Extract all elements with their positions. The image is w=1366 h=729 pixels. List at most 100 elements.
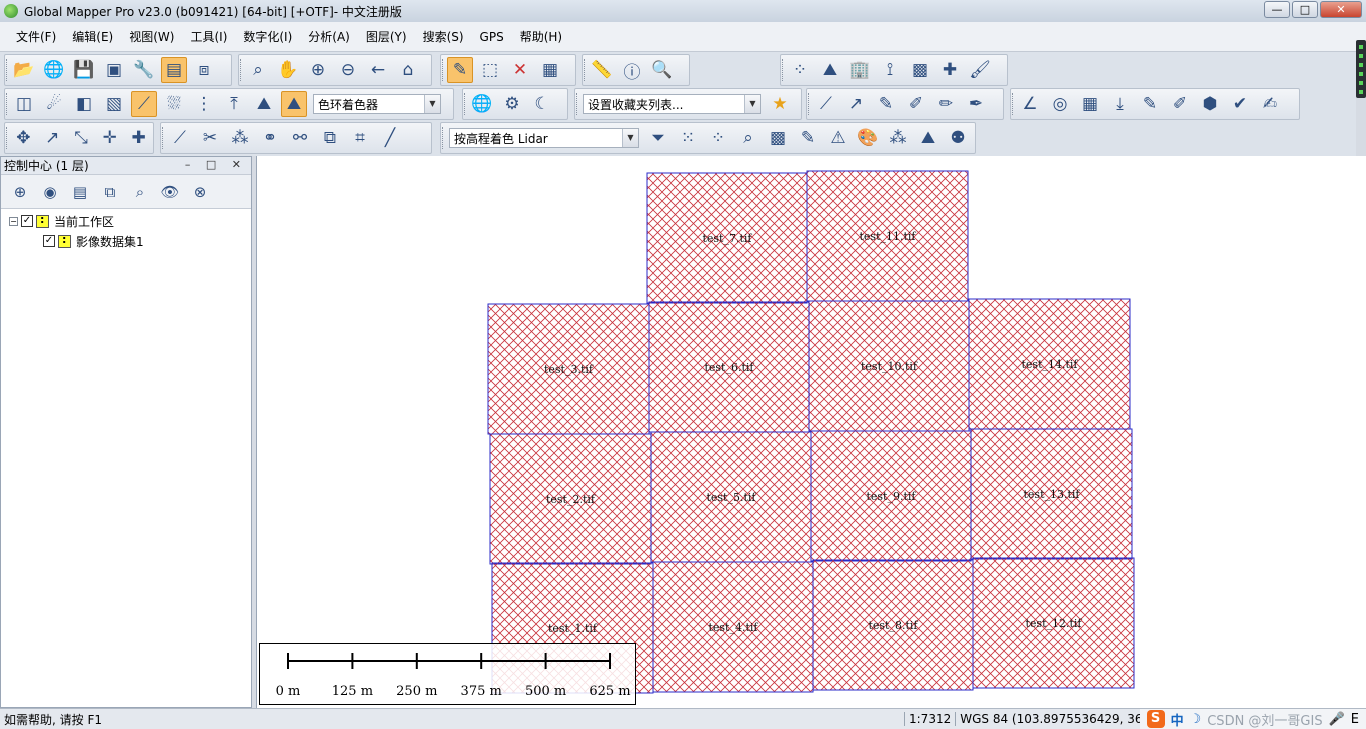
edit-attribute-icon[interactable]: ✍ (1257, 91, 1283, 117)
map-view[interactable]: test_7.tif test_11.tif test_3.tif test_6.ti… (256, 156, 1366, 708)
shaded-mountain-icon[interactable]: ⛰ (251, 91, 277, 117)
star-icon[interactable]: ★ (767, 91, 793, 117)
move-vertex-icon[interactable]: ✛ (97, 125, 122, 151)
path-profile-icon[interactable]: ⟋ (131, 91, 157, 117)
menu-file[interactable]: 文件(F) (8, 22, 64, 52)
mountain-icon[interactable]: ⛰ (817, 57, 843, 83)
disconnect-icon[interactable]: ⚯ (287, 125, 313, 151)
layer-options-icon[interactable]: ⧉ (97, 179, 123, 205)
shader-select[interactable]: 色环着色器 ▼ (313, 94, 441, 114)
crop-icon[interactable]: ⌗ (347, 125, 373, 151)
settings-gear-icon[interactable]: ⚙ (499, 91, 525, 117)
move-icon[interactable]: ✥ (11, 125, 36, 151)
delete-x-icon[interactable]: ✕ (507, 57, 533, 83)
collapse-icon[interactable]: − (9, 216, 18, 226)
pencil-icon[interactable]: ✎ (447, 57, 473, 83)
join-icon[interactable]: ⁂ (227, 125, 253, 151)
split-line-icon[interactable]: ⤓ (1107, 91, 1133, 117)
select-rect-icon[interactable]: ▦ (537, 57, 563, 83)
panel-controls[interactable]: – □ ✕ (185, 158, 247, 171)
draw-polygon-icon[interactable]: ✏ (933, 91, 959, 117)
maximize-button[interactable]: □ (1292, 1, 1318, 18)
globe-icon[interactable]: 🌐 (41, 57, 67, 83)
save-icon[interactable]: 💾 (71, 57, 97, 83)
zoom-layer-icon[interactable]: ⌕ (127, 179, 153, 205)
water-drop-icon[interactable]: ⛆ (161, 91, 187, 117)
draw-area-icon[interactable]: ✐ (903, 91, 929, 117)
menu-tools[interactable]: 工具(I) (182, 22, 235, 52)
side-grip[interactable] (1356, 40, 1366, 98)
ruler-icon[interactable]: 📏 (589, 57, 615, 83)
close-button[interactable]: ✕ (1320, 1, 1362, 18)
rotate-icon[interactable]: ↗ (40, 125, 65, 151)
moon-icon[interactable]: ☾ (529, 91, 555, 117)
edit-vertex-icon[interactable]: ✎ (873, 91, 899, 117)
minimize-button[interactable]: — (1264, 1, 1290, 18)
sogou-ime-icon[interactable]: S (1146, 710, 1165, 728)
edit-point-icon[interactable]: ✎ (1137, 91, 1163, 117)
shader-mountain-icon[interactable]: ⛰ (281, 91, 307, 117)
metadata-icon[interactable]: ◉ (37, 179, 63, 205)
reshape-icon[interactable]: ⤡ (69, 125, 94, 151)
menu-search[interactable]: 搜索(S) (415, 22, 472, 52)
menu-edit[interactable]: 编辑(E) (64, 22, 121, 52)
map-canvas[interactable]: test_7.tif test_11.tif test_3.tif test_6.ti… (257, 156, 1366, 708)
draw-curve-icon[interactable]: ↗ (843, 91, 869, 117)
copy-feature-icon[interactable]: ⧉ (317, 125, 343, 151)
split-view-icon[interactable]: ◫ (11, 91, 37, 117)
points-icon[interactable]: ⁘ (787, 57, 813, 83)
menu-layers[interactable]: 图层(Y) (358, 22, 415, 52)
add-vertex-icon[interactable]: ✚ (126, 125, 151, 151)
select-region-icon[interactable]: ⬚ (477, 57, 503, 83)
split-icon[interactable]: ✂ (197, 125, 223, 151)
zoom-in-icon[interactable]: ⊕ (305, 57, 331, 83)
sun-direction-icon[interactable]: ☄ (41, 91, 67, 117)
contour-icon[interactable]: ⋮ (191, 91, 217, 117)
zoom-box-icon[interactable]: ⌕ (245, 57, 271, 83)
brush-icon[interactable]: 🖌 (967, 57, 993, 83)
wrench-icon[interactable]: 🔧 (131, 57, 157, 83)
menu-help[interactable]: 帮助(H) (512, 22, 570, 52)
menu-digitize[interactable]: 数字化(I) (235, 22, 300, 52)
edit-points-icon[interactable]: ✎ (795, 125, 821, 151)
ime-lang[interactable]: 中 (1171, 710, 1184, 729)
point-cloud-icon[interactable]: ⁙ (675, 125, 701, 151)
layers-icon[interactable]: ▤ (161, 57, 187, 83)
palette-icon[interactable]: 🎨 (855, 125, 881, 151)
profile-icon[interactable]: ◧ (71, 91, 97, 117)
online-globe-icon[interactable]: 🌐 (469, 91, 495, 117)
draw-line-icon[interactable]: ⟋ (813, 91, 839, 117)
edit-area-icon[interactable]: ✐ (1167, 91, 1193, 117)
info-icon[interactable]: ⓘ (619, 57, 645, 83)
half-width-moon-icon[interactable]: ☽ (1190, 712, 1202, 727)
overview-icon[interactable]: ⧈ (191, 57, 217, 83)
open-folder-icon[interactable]: 📂 (11, 57, 37, 83)
shapes-icon[interactable]: ⬢ (1197, 91, 1223, 117)
chevron-down-icon[interactable]: ▼ (622, 129, 638, 147)
menu-gps[interactable]: GPS (472, 22, 512, 52)
line-snap-icon[interactable]: ⟋ (167, 125, 193, 151)
grid-icon[interactable]: ▦ (1077, 91, 1103, 117)
density-grid-icon[interactable]: ▩ (765, 125, 791, 151)
attributes-icon[interactable]: ▤ (67, 179, 93, 205)
chevron-down-icon[interactable]: ▼ (424, 95, 440, 113)
draw-feature-icon[interactable]: ✒ (963, 91, 989, 117)
tower-icon[interactable]: ⟟ (877, 57, 903, 83)
workspace-icon[interactable]: ▣ (101, 57, 127, 83)
puzzle-icon[interactable]: ✚ (937, 57, 963, 83)
tree-item-layer[interactable]: ✓ 影像数据集1 (1, 231, 251, 251)
favorites-select[interactable]: 设置收藏夹列表... ▼ (583, 94, 761, 114)
target-icon[interactable]: ◎ (1047, 91, 1073, 117)
open-layer-icon[interactable]: ⊕ (7, 179, 33, 205)
building-icon[interactable]: 🏢 (847, 57, 873, 83)
line-tool-icon[interactable]: ╱ (377, 125, 403, 151)
search-points-icon[interactable]: ⌕ (735, 125, 761, 151)
elevation-icon[interactable]: ⤒ (221, 91, 247, 117)
measure-angle-icon[interactable]: ∠ (1017, 91, 1043, 117)
layer-checkbox[interactable]: ✓ (43, 235, 55, 247)
chevron-down-icon[interactable]: ▼ (744, 95, 760, 113)
home-icon[interactable]: ⌂ (395, 57, 421, 83)
microphone-icon[interactable]: 🎤 (1329, 712, 1345, 727)
menu-analysis[interactable]: 分析(A) (300, 22, 358, 52)
checkmark-icon[interactable]: ✔ (1227, 91, 1253, 117)
